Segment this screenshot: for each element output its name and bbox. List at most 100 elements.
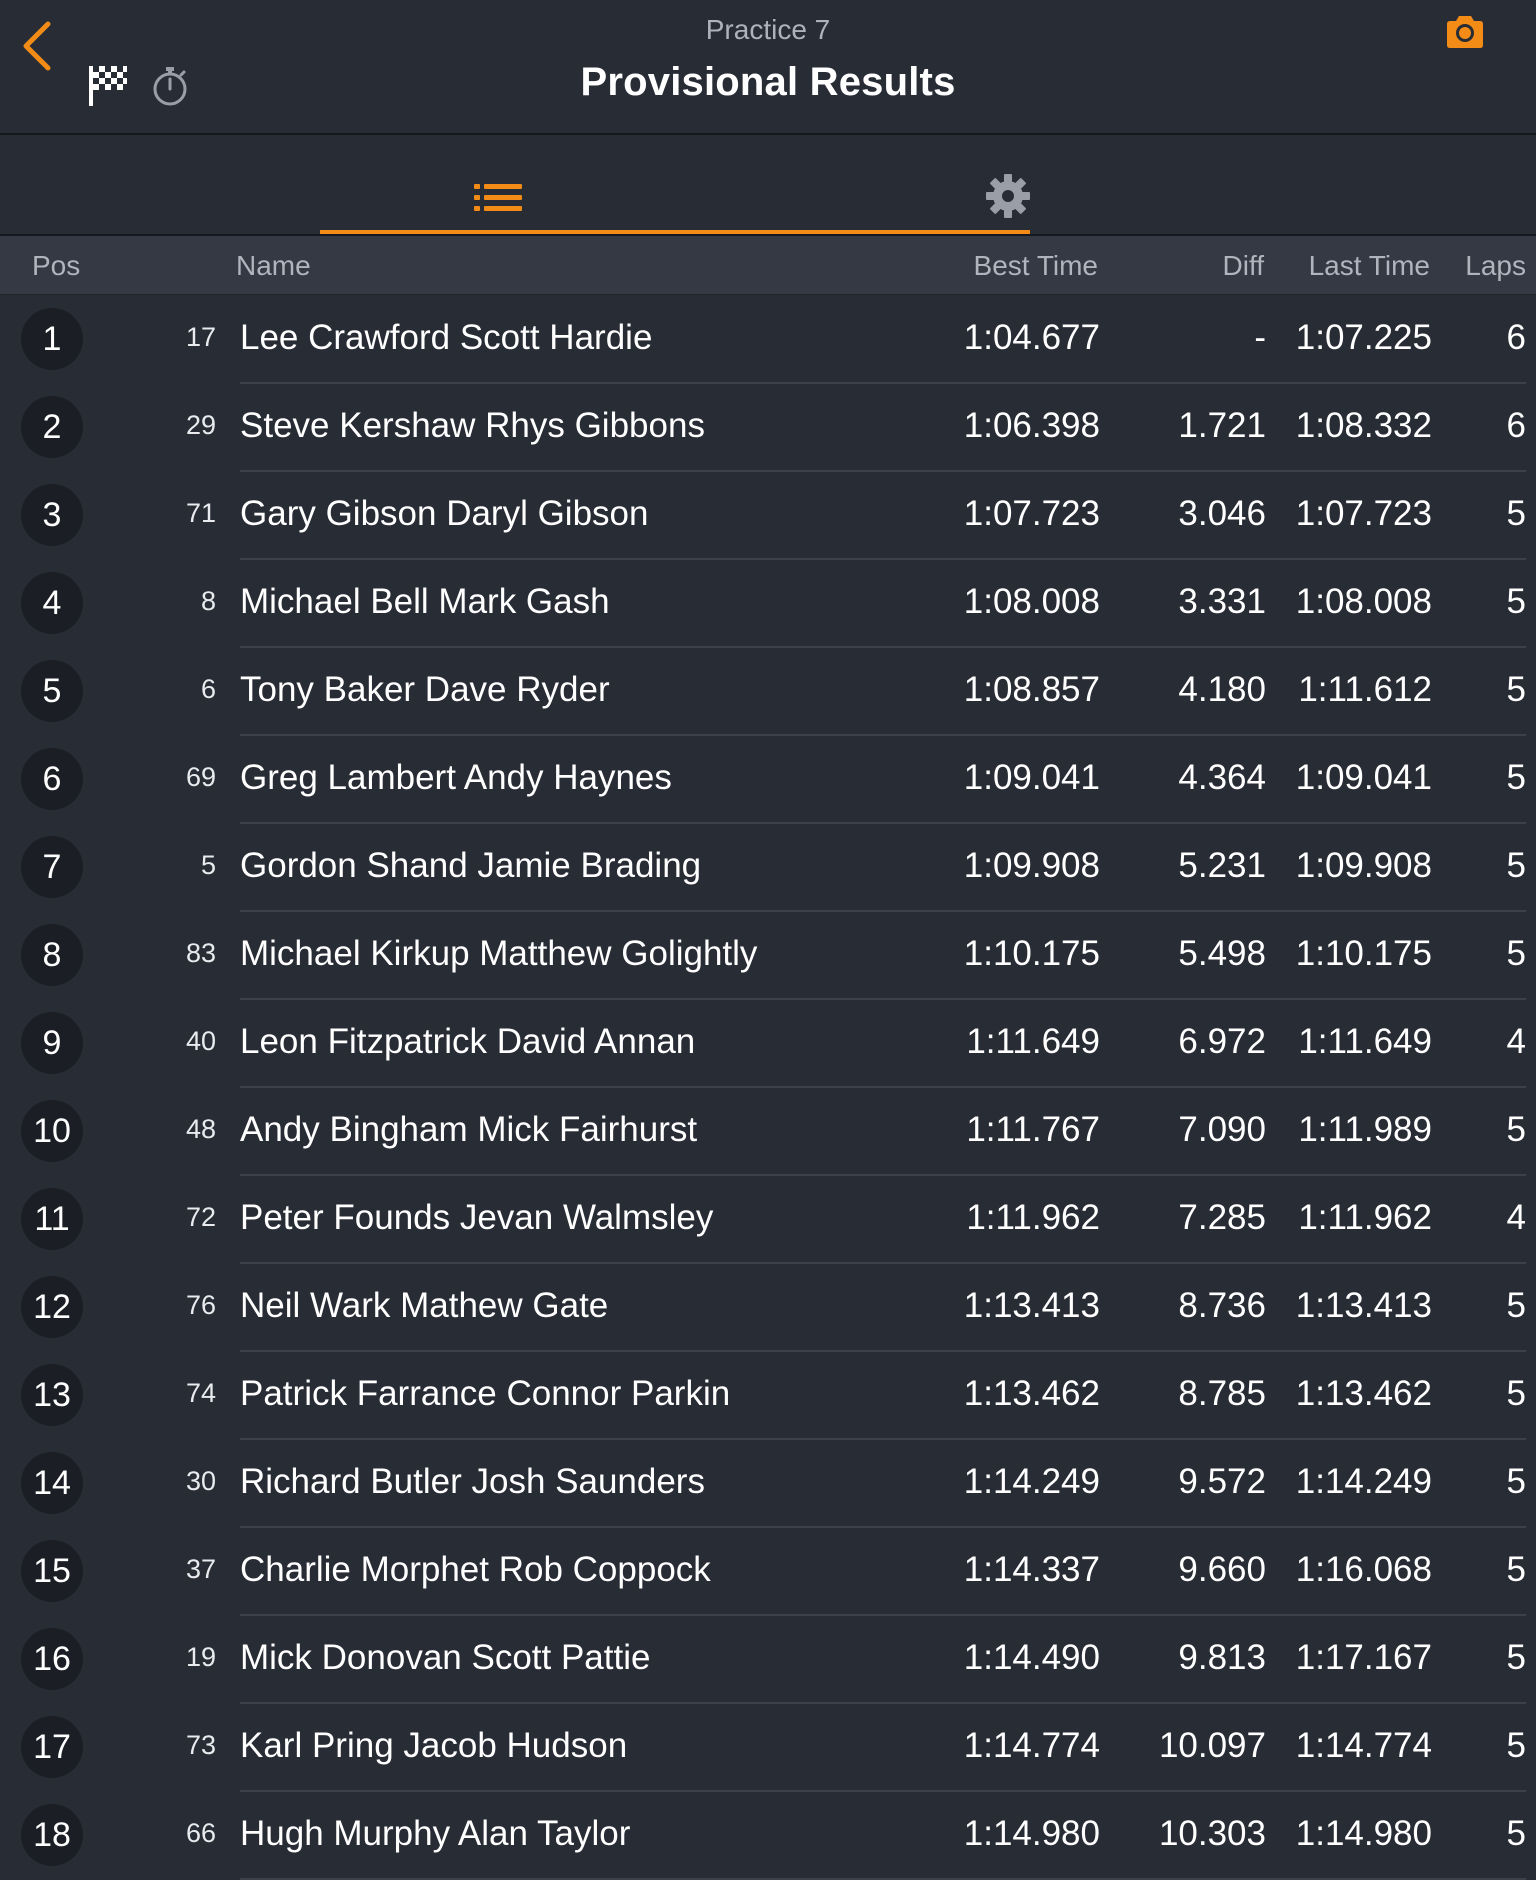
driver-names: Michael Kirkup Matthew Golightly [240, 934, 758, 973]
car-number: 69 [185, 762, 216, 792]
best-time: 1:14.249 [963, 1462, 1100, 1501]
column-header-name[interactable]: Name [236, 250, 311, 282]
column-header-pos[interactable]: Pos [32, 250, 80, 282]
time-diff: 5.498 [1178, 934, 1266, 973]
last-time: 1:16.068 [1295, 1550, 1432, 1589]
position-badge: 8 [21, 924, 83, 986]
time-diff: 9.572 [1178, 1462, 1266, 1501]
best-time: 1:11.962 [966, 1198, 1100, 1237]
table-row[interactable]: 16 19 Mick Donovan Scott Pattie 1:14.490 9.8… [0, 1616, 1536, 1704]
column-header-best-time[interactable]: Best Time [960, 250, 1098, 282]
table-row[interactable]: 3 71 Gary Gibson Daryl Gibson 1:07.723 3.046… [0, 472, 1536, 560]
table-row[interactable]: 11 72 Peter Founds Jevan Walmsley 1:11.962 7… [0, 1176, 1536, 1264]
driver-names: Lee Crawford Scott Hardie [240, 318, 653, 357]
position-badge: 3 [21, 484, 83, 546]
camera-button[interactable] [1443, 12, 1487, 52]
time-diff: - [1254, 318, 1266, 357]
results-table: 1 17 Lee Crawford Scott Hardie 1:04.677-1:0… [0, 296, 1536, 1880]
car-number: 71 [185, 498, 216, 528]
tab-bar [0, 135, 1536, 236]
table-row[interactable]: 6 69 Greg Lambert Andy Haynes 1:09.041 4.364… [0, 736, 1536, 824]
best-time: 1:10.175 [963, 934, 1100, 973]
column-header-laps[interactable]: Laps [1450, 250, 1526, 282]
car-number: 72 [185, 1202, 216, 1232]
table-row[interactable]: 1 17 Lee Crawford Scott Hardie 1:04.677 -1:0… [0, 296, 1536, 384]
lap-count: 6 [1506, 318, 1526, 357]
last-time: 1:11.962 [1298, 1198, 1432, 1237]
table-row[interactable]: 4 8 Michael Bell Mark Gash 1:08.008 3.331 1:0… [0, 560, 1536, 648]
time-diff: 3.331 [1178, 582, 1266, 621]
driver-names: Peter Founds Jevan Walmsley [240, 1198, 714, 1237]
car-number: 6 [200, 674, 216, 704]
car-number: 48 [185, 1114, 216, 1144]
driver-names: Tony Baker Dave Ryder [240, 670, 610, 709]
car-number: 83 [185, 938, 216, 968]
time-diff: 1.721 [1178, 406, 1266, 445]
time-diff: 10.303 [1158, 1814, 1266, 1853]
table-row[interactable]: 17 73 Karl Pring Jacob Hudson 1:14.774 10.09… [0, 1704, 1536, 1792]
best-time: 1:08.857 [963, 670, 1100, 709]
time-diff: 9.813 [1178, 1638, 1266, 1677]
last-time: 1:11.989 [1298, 1110, 1432, 1149]
time-diff: 7.090 [1178, 1110, 1266, 1149]
column-header-diff[interactable]: Diff [1150, 250, 1265, 282]
camera-icon [1447, 16, 1483, 48]
lap-count: 5 [1506, 934, 1526, 973]
table-row[interactable]: 2 29 Steve Kershaw Rhys Gibbons 1:06.398 1.7… [0, 384, 1536, 472]
car-number: 37 [185, 1554, 216, 1584]
table-row[interactable]: 15 37 Charlie Morphet Rob Coppock 1:14.337 9… [0, 1528, 1536, 1616]
table-row[interactable]: 14 30 Richard Butler Josh Saunders 1:14.249… [0, 1440, 1536, 1528]
driver-names: Gordon Shand Jamie Brading [240, 846, 702, 885]
driver-names: Hugh Murphy Alan Taylor [240, 1814, 631, 1853]
position-badge: 12 [21, 1276, 83, 1338]
last-time: 1:14.249 [1295, 1462, 1432, 1501]
driver-names: Steve Kershaw Rhys Gibbons [240, 406, 705, 445]
position-badge: 17 [21, 1716, 83, 1778]
tab-results-list[interactable] [320, 135, 1030, 234]
position-badge: 7 [21, 836, 83, 898]
position-badge: 10 [21, 1100, 83, 1162]
position-badge: 5 [21, 660, 83, 722]
lap-count: 5 [1506, 494, 1526, 533]
car-number: 19 [185, 1642, 216, 1672]
time-diff: 5.231 [1178, 846, 1266, 885]
best-time: 1:04.677 [963, 318, 1100, 357]
best-time: 1:14.774 [963, 1726, 1100, 1765]
best-time: 1:13.413 [963, 1286, 1100, 1325]
driver-names: Andy Bingham Mick Fairhurst [240, 1110, 698, 1149]
driver-names: Greg Lambert Andy Haynes [240, 758, 672, 797]
table-row[interactable]: 5 6 Tony Baker Dave Ryder 1:08.857 4.180 1:11… [0, 648, 1536, 736]
best-time: 1:14.337 [963, 1550, 1100, 1589]
time-diff: 7.285 [1178, 1198, 1266, 1237]
table-row[interactable]: 13 74 Patrick Farrance Connor Parkin 1:13.4… [0, 1352, 1536, 1440]
driver-names: Charlie Morphet Rob Coppock [240, 1550, 711, 1589]
table-row[interactable]: 8 83 Michael Kirkup Matthew Golightly 1:10.… [0, 912, 1536, 1000]
driver-names: Richard Butler Josh Saunders [240, 1462, 705, 1501]
best-time: 1:09.908 [963, 846, 1100, 885]
last-time: 1:14.980 [1295, 1814, 1432, 1853]
table-row[interactable]: 18 66 Hugh Murphy Alan Taylor 1:14.980 10.30… [0, 1792, 1536, 1880]
time-diff: 4.364 [1178, 758, 1266, 797]
tab-settings[interactable] [986, 135, 1536, 234]
table-row[interactable]: 7 5 Gordon Shand Jamie Brading 1:09.908 5.23… [0, 824, 1536, 912]
car-number: 66 [185, 1818, 216, 1848]
lap-count: 4 [1506, 1198, 1526, 1237]
car-number: 40 [185, 1026, 216, 1056]
time-diff: 10.097 [1158, 1726, 1266, 1765]
nav-header: Practice 7 Provisional Results [0, 0, 1536, 135]
lap-count: 5 [1506, 846, 1526, 885]
last-time: 1:08.008 [1295, 582, 1432, 621]
driver-names: Neil Wark Mathew Gate [240, 1286, 609, 1325]
column-header-last-time[interactable]: Last Time [1290, 250, 1430, 282]
lap-count: 5 [1506, 1374, 1526, 1413]
driver-names: Karl Pring Jacob Hudson [240, 1726, 628, 1765]
page-title: Provisional Results [580, 60, 956, 104]
table-row[interactable]: 9 40 Leon Fitzpatrick David Annan 1:11.649 6… [0, 1000, 1536, 1088]
table-row[interactable]: 10 48 Andy Bingham Mick Fairhurst 1:11.767 7… [0, 1088, 1536, 1176]
last-time: 1:17.167 [1295, 1638, 1432, 1677]
lap-count: 5 [1506, 1462, 1526, 1501]
table-row[interactable]: 12 76 Neil Wark Mathew Gate 1:13.413 8.736 1:… [0, 1264, 1536, 1352]
time-diff: 4.180 [1178, 670, 1266, 709]
lap-count: 5 [1506, 582, 1526, 621]
last-time: 1:09.908 [1295, 846, 1432, 885]
